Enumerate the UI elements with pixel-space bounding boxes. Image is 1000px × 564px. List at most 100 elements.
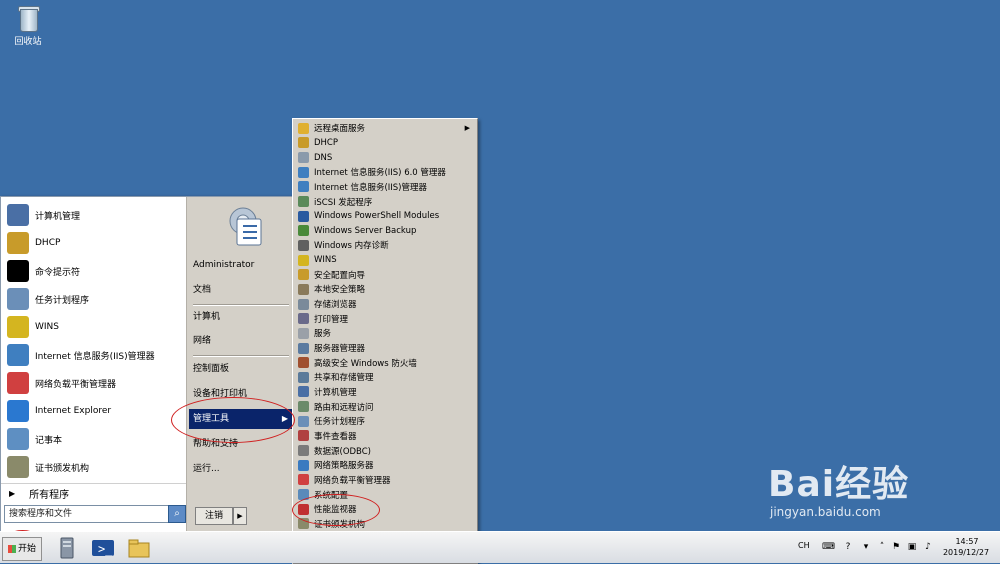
admin-tool-label: Windows PowerShell Modules — [314, 211, 440, 222]
admin-tool-item[interactable]: DHCP — [296, 136, 474, 151]
admin-tool-item[interactable]: 任务计划程序 — [296, 414, 474, 429]
places-control-panel[interactable]: 控制面板 — [193, 359, 289, 379]
user-picture-icon — [229, 207, 262, 246]
language-indicator[interactable]: CH — [798, 541, 810, 550]
search-icon[interactable]: ⌕ — [168, 505, 186, 523]
program-item[interactable]: 任务计划程序 — [7, 287, 182, 311]
logoff-button[interactable]: 注销 — [195, 507, 233, 525]
flag-icon[interactable]: ⚑ — [890, 541, 902, 553]
admin-tool-item[interactable]: Windows 内存诊断 — [296, 238, 474, 253]
program-item[interactable]: Internet 信息服务(IIS)管理器 — [7, 343, 182, 367]
admin-tool-label: Internet 信息服务(IIS)管理器 — [314, 182, 427, 193]
computer-management-icon — [7, 204, 29, 226]
show-hidden-icons[interactable]: ˄ — [876, 541, 888, 553]
program-item[interactable]: 证书颁发机构 — [7, 455, 182, 479]
admin-tool-icon — [298, 298, 309, 310]
places-network[interactable]: 网络 — [193, 331, 289, 351]
server-manager-icon[interactable] — [54, 535, 80, 561]
admin-tool-item[interactable]: WINS — [296, 253, 474, 268]
clock-date[interactable]: 2019/12/27 — [938, 548, 994, 557]
admin-tool-icon — [298, 357, 309, 369]
program-item[interactable]: Internet Explorer — [7, 399, 182, 423]
admin-tool-icon — [298, 459, 309, 471]
admin-tool-label: 网络负载平衡管理器 — [314, 475, 391, 486]
program-item[interactable]: 网络负载平衡管理器 — [7, 371, 182, 395]
recycle-bin-icon — [17, 4, 40, 32]
powershell-icon[interactable]: >_ — [90, 535, 116, 561]
admin-tool-label: 共享和存储管理 — [314, 373, 374, 384]
admin-tool-item[interactable]: 安全配置向导 — [296, 268, 474, 283]
admin-tool-item[interactable]: iSCSI 发起程序 — [296, 194, 474, 209]
admin-tool-label: 高级安全 Windows 防火墙 — [314, 358, 417, 369]
admin-tool-item[interactable]: 本地安全策略 — [296, 282, 474, 297]
start-button[interactable]: 开始 — [2, 537, 42, 561]
program-label: DHCP — [35, 238, 61, 248]
admin-tool-label: Internet 信息服务(IIS) 6.0 管理器 — [314, 168, 446, 179]
admin-tool-item[interactable]: Windows PowerShell Modules — [296, 209, 474, 224]
nlb-icon — [7, 372, 29, 394]
places-run[interactable]: 运行... — [193, 459, 289, 479]
triangle-right-icon: ▶ — [9, 488, 16, 498]
svg-text:>_: >_ — [98, 542, 113, 556]
admin-tool-item[interactable]: 存储浏览器 — [296, 297, 474, 312]
annotation-ellipse — [292, 494, 380, 526]
admin-tool-icon — [298, 122, 309, 134]
help-icon[interactable]: ? — [842, 541, 854, 553]
places-computer[interactable]: 计算机 — [193, 307, 289, 327]
admin-tool-item[interactable]: 网络策略服务器 — [296, 458, 474, 473]
program-item[interactable]: 命令提示符 — [7, 259, 182, 283]
file-explorer-icon[interactable] — [126, 535, 152, 561]
admin-tool-icon — [298, 327, 309, 339]
places-user[interactable]: Administrator — [193, 255, 289, 275]
program-item[interactable]: WINS — [7, 315, 182, 339]
admin-tool-item[interactable]: 数据源(ODBC) — [296, 443, 474, 458]
admin-tool-item[interactable]: 网络负载平衡管理器 — [296, 473, 474, 488]
windows-logo-icon — [7, 544, 16, 553]
volume-icon[interactable]: ♪ — [922, 541, 934, 553]
all-programs[interactable]: ▶ 所有程序 — [1, 483, 186, 502]
recycle-bin[interactable]: 回收站 — [6, 4, 50, 47]
admin-tool-icon — [298, 283, 309, 295]
program-item[interactable]: DHCP — [7, 231, 182, 255]
program-item[interactable]: 记事本 — [7, 427, 182, 451]
admin-tool-item[interactable]: DNS — [296, 150, 474, 165]
admin-tool-item[interactable]: 服务器管理器 — [296, 341, 474, 356]
admin-tool-item[interactable]: 服务 — [296, 326, 474, 341]
annotation-ellipse — [171, 397, 295, 443]
admin-tool-label: 网络策略服务器 — [314, 461, 374, 472]
admin-tool-item[interactable]: 共享和存储管理 — [296, 370, 474, 385]
admin-tool-icon — [298, 342, 309, 354]
settings-icon[interactable]: ▾ — [860, 541, 872, 553]
wins-icon — [7, 316, 29, 338]
admin-tool-label: Windows Server Backup — [314, 225, 417, 236]
program-item[interactable]: 计算机管理 — [7, 203, 182, 227]
watermark-sub: jingyan.baidu.com — [770, 505, 881, 519]
program-label: 任务计划程序 — [35, 295, 90, 306]
admin-tool-icon — [298, 152, 309, 164]
shutdown-options-button[interactable]: ▶ — [233, 507, 247, 525]
command-prompt-icon — [7, 260, 29, 282]
admin-tool-item[interactable]: 打印管理 — [296, 311, 474, 326]
keyboard-icon[interactable]: ⌨ — [822, 541, 835, 553]
places-documents[interactable]: 文档 — [193, 280, 289, 300]
clock-time[interactable]: 14:57 — [942, 537, 992, 546]
search-input[interactable]: 搜索程序和文件 — [4, 505, 174, 523]
admin-tool-item[interactable]: 路由和远程访问 — [296, 399, 474, 414]
admin-tool-item[interactable]: Internet 信息服务(IIS)管理器 — [296, 180, 474, 195]
admin-tool-item[interactable]: 远程桌面服务 ▶ — [296, 121, 474, 136]
admin-tool-label: 安全配置向导 — [314, 270, 366, 281]
notepad-icon — [7, 428, 29, 450]
network-icon[interactable]: ▣ — [906, 541, 918, 553]
admin-tool-item[interactable]: 计算机管理 — [296, 385, 474, 400]
admin-tool-icon — [298, 137, 309, 149]
chevron-right-icon: ▶ — [464, 124, 470, 133]
cert-authority-icon — [7, 456, 29, 478]
admin-tool-icon — [298, 225, 309, 237]
admin-tool-icon — [298, 415, 309, 427]
admin-tool-item[interactable]: 事件查看器 — [296, 429, 474, 444]
admin-tool-item[interactable]: Windows Server Backup — [296, 224, 474, 239]
admin-tool-icon — [298, 210, 309, 222]
admin-tool-item[interactable]: Internet 信息服务(IIS) 6.0 管理器 — [296, 165, 474, 180]
admin-tool-label: DHCP — [314, 137, 338, 148]
admin-tool-item[interactable]: 高级安全 Windows 防火墙 — [296, 355, 474, 370]
